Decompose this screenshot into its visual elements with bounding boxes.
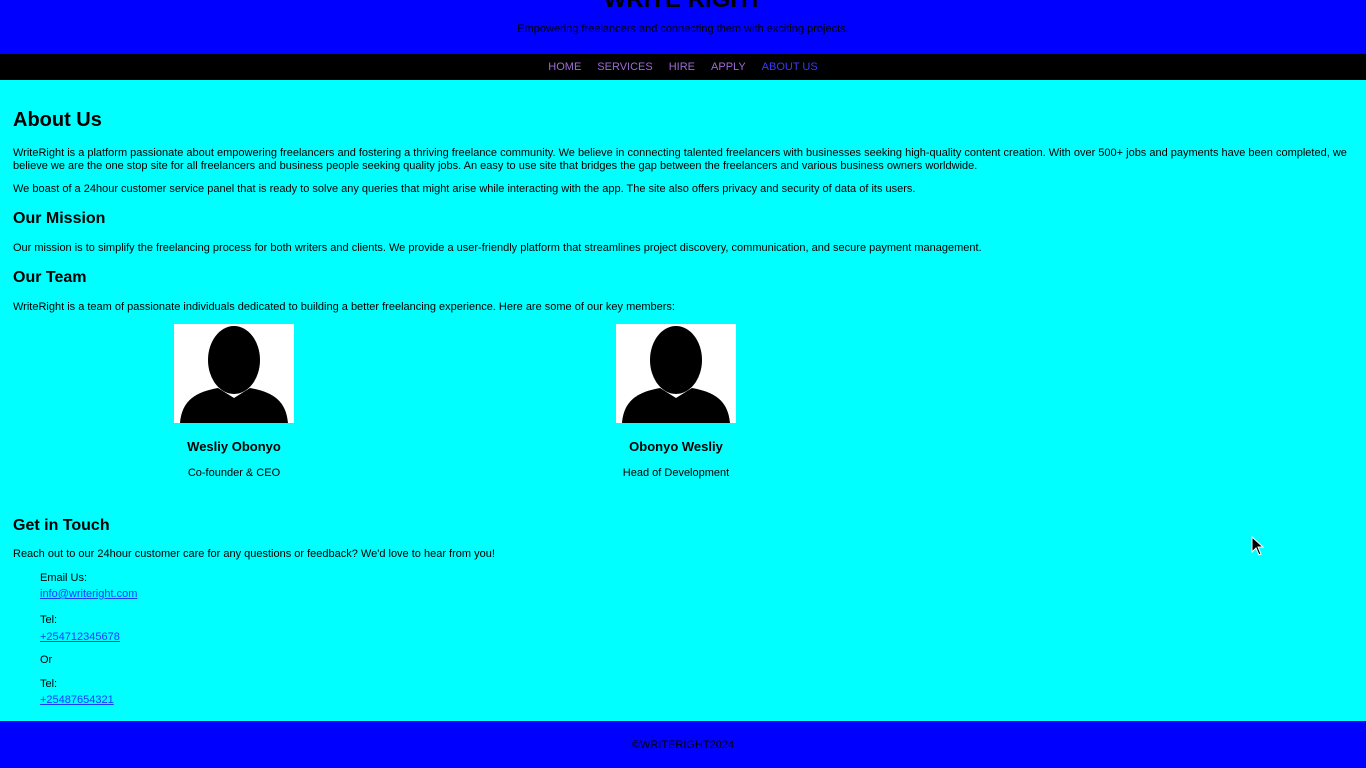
tel-label: Tel: [40,678,58,690]
team-heading: Our Team [13,269,87,286]
member-name: Wesliy Obonyo [187,439,281,454]
contact-intro: Reach out to our 24hour customer care fo… [13,548,495,560]
avatar-icon [174,324,294,423]
site-tagline: Empowering freelancers and connecting th… [517,23,849,35]
mouse-cursor-icon [1251,536,1265,556]
about-paragraph-2: We boast of a 24hour customer service pa… [13,183,916,195]
tel-link-2[interactable]: +25487654321 [40,694,114,706]
nav-hire[interactable]: HIRE [669,61,695,73]
tel-link-1[interactable]: +254712345678 [40,631,120,643]
member-role: Co-founder & CEO [187,467,281,479]
page-title: About Us [13,109,102,131]
about-paragraph-1: WriteRight is a platform passionate abou… [13,147,1347,172]
member-name: Obonyo Wesliy [629,439,723,454]
or-label: Or [40,654,53,666]
nav-services[interactable]: SERVICES [597,61,652,73]
contact-heading: Get in Touch [13,517,110,534]
main-nav: HOME SERVICES HIRE APPLY ABOUT US [0,54,1366,80]
site-footer: ©WRITERIGHT2024 [0,721,1366,768]
site-header: WRITE RIGHT Empowering freelancers and c… [0,0,1366,54]
team-member-card: Wesliy Obonyo Co-founder & CEO [154,324,314,479]
email-label: Email Us: [40,572,88,584]
member-role: Head of Development [622,467,730,479]
mission-heading: Our Mission [13,210,106,227]
nav-about-us[interactable]: ABOUT US [762,61,818,73]
avatar-icon [616,324,736,423]
mission-text: Our mission is to simplify the freelanci… [13,242,982,254]
copyright-text: ©WRITERIGHT2024 [631,739,735,751]
email-link[interactable]: info@writeright.com [40,588,137,600]
tel-label: Tel: [40,614,58,626]
nav-home[interactable]: HOME [548,61,581,73]
site-title: WRITE RIGHT [0,0,1366,14]
team-member-card: Obonyo Wesliy Head of Development [596,324,756,479]
nav-apply[interactable]: APPLY [711,61,746,73]
team-intro: WriteRight is a team of passionate indiv… [13,301,675,313]
